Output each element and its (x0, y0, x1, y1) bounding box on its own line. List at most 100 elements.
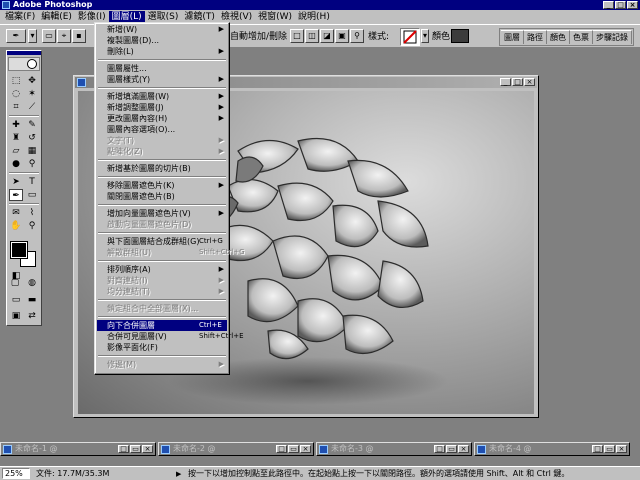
close-button[interactable]: × (458, 445, 469, 453)
close-button[interactable]: × (627, 1, 638, 9)
history-brush-tool-icon[interactable]: ↺ (25, 132, 39, 144)
menu-item-layer-content-options[interactable]: 圖層內容選項(O)... (97, 124, 227, 135)
style-dropdown-arrow-icon[interactable]: ▾ (421, 29, 429, 43)
quick-mask-mode-icon[interactable]: ◍ (25, 277, 39, 289)
pen-tool-icon[interactable]: ✒ (9, 189, 23, 201)
eraser-tool-icon[interactable]: ▱ (9, 145, 23, 157)
status-info-menu-arrow-icon[interactable]: ▶ (176, 470, 184, 478)
menu-item-arrange[interactable]: 排列順序(A) ▶ (97, 264, 227, 275)
menu-item-group-with-previous[interactable]: 與下面圖層結合成群組(G) Ctrl+G (97, 236, 227, 247)
document-minimize-button[interactable]: _ (500, 78, 511, 86)
document-maximize-button[interactable]: □ (512, 78, 523, 86)
auto-add-delete-label[interactable]: 自動增加/刪除 (230, 29, 287, 45)
menu-item-disable-layer-mask[interactable]: 關閉圖層遮色片(B) (97, 191, 227, 202)
gradient-tool-icon[interactable]: ▦ (25, 145, 39, 157)
zoom-tool-icon[interactable]: ⚲ (25, 220, 39, 232)
menu-item-lock-all-layers-in-set[interactable]: 鎖定組合中全部圖層(X)... (97, 303, 227, 314)
foreground-color-swatch[interactable] (10, 241, 28, 259)
menu-window[interactable]: 視窗(W) (255, 11, 295, 23)
menu-item-distribute-linked[interactable]: 均分連結(T) ▶ (97, 286, 227, 297)
menu-item-new-layer-based-slice[interactable]: 新增基於圖層的切片(B) (97, 163, 227, 174)
rectangle-tool-icon[interactable]: ▭ (25, 189, 39, 201)
restore-button[interactable]: □ (434, 445, 445, 453)
tab-paths[interactable]: 路徑 (524, 30, 547, 44)
jump-to-imageready-icon[interactable]: ⇄ (25, 310, 39, 322)
slice-tool-icon[interactable]: ⟋ (25, 101, 39, 113)
menu-item-new-adjustment-layer[interactable]: 新增調整圖層(J) ▶ (97, 102, 227, 113)
tab-layers[interactable]: 圖層 (501, 30, 524, 44)
adobe-online-icon[interactable] (8, 57, 40, 71)
toolbox-title-bar[interactable] (7, 51, 41, 55)
move-tool-icon[interactable]: ✥ (25, 75, 39, 87)
blur-tool-icon[interactable]: ● (9, 158, 23, 170)
minimized-window-3[interactable]: 未命名-3 @ □ ▭ × (316, 442, 472, 456)
menu-item-remove-layer-mask[interactable]: 移除圖層遮色片(K) ▶ (97, 180, 227, 191)
preset-dropdown-arrow-icon[interactable]: ▾ (28, 29, 37, 43)
hand-tool-icon[interactable]: ✋ (9, 220, 23, 232)
lasso-tool-icon[interactable]: ◌ (9, 88, 23, 100)
pen-tool-preset-icon[interactable]: ✒ (6, 29, 26, 43)
minimize-button[interactable]: _ (603, 1, 614, 9)
path-area-subtract-icon[interactable]: ◫ (305, 29, 319, 43)
menu-item-enable-vector-mask[interactable]: 啟動向量圖層遮色片(D) (97, 219, 227, 230)
menu-edit[interactable]: 編輯(E) (38, 11, 75, 23)
style-swatch[interactable] (400, 28, 420, 46)
tab-history[interactable]: 步驟記錄 (593, 30, 632, 44)
minimized-window-2[interactable]: 未命名-2 @ □ ▭ × (158, 442, 314, 456)
fill-pixels-icon[interactable]: ▪ (72, 29, 86, 43)
magic-wand-tool-icon[interactable]: ✶ (25, 88, 39, 100)
tab-swatches[interactable]: 色票 (570, 30, 593, 44)
paths-icon[interactable]: ⌖ (57, 29, 71, 43)
document-close-button[interactable]: × (524, 78, 535, 86)
menu-item-new[interactable]: 新增(W) ▶ (97, 24, 227, 35)
path-area-exclude-icon[interactable]: ▣ (335, 29, 349, 43)
eyedropper-tool-icon[interactable]: ⌇ (25, 207, 39, 219)
dodge-tool-icon[interactable]: ⚲ (25, 158, 39, 170)
close-button[interactable]: × (300, 445, 311, 453)
maximize-button[interactable]: ▭ (604, 445, 615, 453)
close-button[interactable]: × (142, 445, 153, 453)
link-icon[interactable]: ⚲ (350, 29, 364, 43)
standard-mode-icon[interactable]: ▢ (9, 277, 21, 289)
maximize-button[interactable]: □ (615, 1, 626, 9)
menu-item-align-linked[interactable]: 對齊連結(I) ▶ (97, 275, 227, 286)
menu-file[interactable]: 檔案(F) (2, 11, 38, 23)
menu-item-merge-visible[interactable]: 合併可見圖層(V) Shift+Ctrl+E (97, 331, 244, 342)
document-icon[interactable] (77, 78, 86, 87)
minimized-window-4[interactable]: 未命名-4 @ □ ▭ × (474, 442, 630, 456)
maximize-button[interactable]: ▭ (130, 445, 141, 453)
menu-item-ungroup[interactable]: 解散群組(U) Shift+Ctrl+G (97, 247, 245, 258)
menu-item-type[interactable]: 文字(T) ▶ (97, 135, 227, 146)
menu-item-new-fill-layer[interactable]: 新增填滿圖層(W) ▶ (97, 91, 227, 102)
path-area-add-icon[interactable]: □ (290, 29, 304, 43)
minimized-window-1[interactable]: 未命名-1 @ □ ▭ × (0, 442, 156, 456)
standard-screen-mode-icon[interactable]: ▭ (9, 294, 23, 306)
healing-brush-tool-icon[interactable]: ✚ (9, 119, 23, 131)
menu-item-duplicate-layer[interactable]: 複製圖層(D)... (97, 35, 227, 46)
menu-item-layer-properties[interactable]: 圖層屬性... (97, 63, 227, 74)
full-screen-menu-mode-icon[interactable]: ▣ (9, 310, 23, 322)
restore-button[interactable]: □ (276, 445, 287, 453)
menu-item-add-vector-mask[interactable]: 增加向量圖層遮色片(V) ▶ (97, 208, 227, 219)
crop-tool-icon[interactable]: ⌗ (9, 101, 23, 113)
notes-tool-icon[interactable]: ✉ (9, 207, 23, 219)
marquee-tool-icon[interactable]: ⬚ (9, 75, 23, 87)
path-selection-tool-icon[interactable]: ➤ (9, 176, 23, 188)
shape-layers-icon[interactable]: ▭ (42, 29, 56, 43)
menu-item-matting[interactable]: 修邊(M) ▶ (97, 359, 227, 370)
menu-item-flatten-image[interactable]: 影像平面化(F) (97, 342, 227, 353)
brush-tool-icon[interactable]: ✎ (25, 119, 39, 131)
type-tool-icon[interactable]: T (25, 176, 39, 188)
menu-item-merge-down[interactable]: 向下合併圖層 Ctrl+E (97, 320, 227, 331)
close-button[interactable]: × (616, 445, 627, 453)
menu-item-delete[interactable]: 刪除(L) ▶ (97, 46, 227, 57)
restore-button[interactable]: □ (118, 445, 129, 453)
full-screen-mode-icon[interactable]: ▬ (25, 294, 39, 306)
clone-stamp-tool-icon[interactable]: ♜ (9, 132, 23, 144)
menu-help[interactable]: 說明(H) (295, 11, 333, 23)
maximize-button[interactable]: ▭ (446, 445, 457, 453)
color-swatch[interactable] (451, 29, 469, 43)
menu-item-layer-style[interactable]: 圖層樣式(Y) ▶ (97, 74, 227, 85)
menu-item-change-layer-content[interactable]: 更改圖層內容(H) ▶ (97, 113, 227, 124)
maximize-button[interactable]: ▭ (288, 445, 299, 453)
